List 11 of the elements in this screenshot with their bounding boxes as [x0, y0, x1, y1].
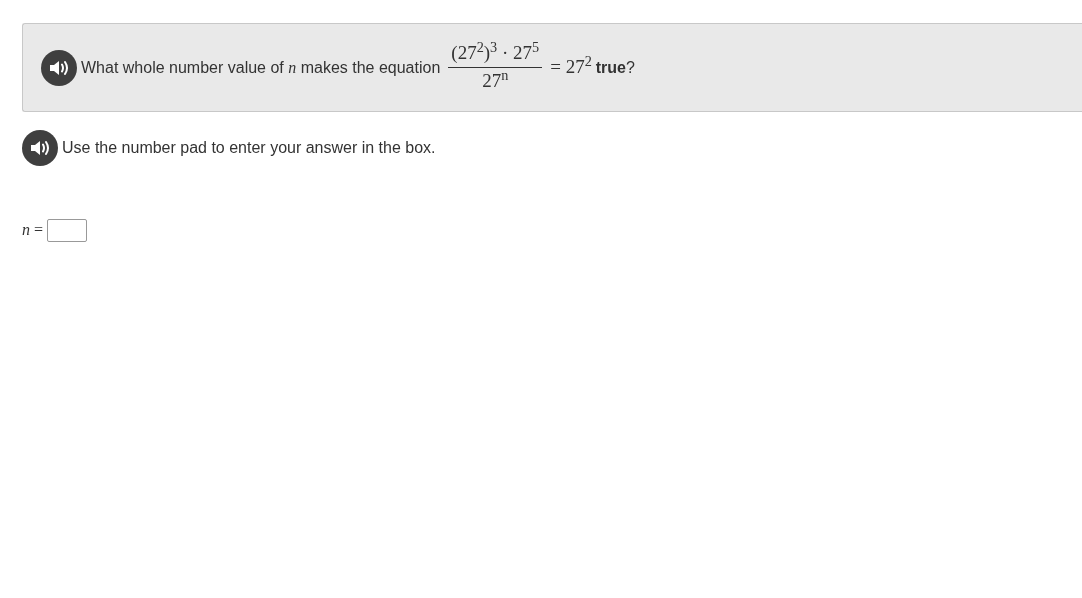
question-text: true? — [595, 57, 635, 78]
question-text: What whole number value of n makes the equation — [81, 57, 441, 78]
equation-rhs: = 27$^{2}$ — [550, 53, 592, 80]
speaker-button[interactable] — [22, 130, 58, 166]
speaker-icon — [30, 140, 50, 156]
speaker-button[interactable] — [41, 49, 77, 86]
fraction: (27$^{2}$)$^{3}$ · 27$^{5}$ 27$^{n}$ — [448, 42, 543, 93]
instruction-text: Use the number pad to enter your answer in the box. — [62, 138, 436, 158]
speaker-icon — [49, 59, 69, 76]
answer-label: n = — [22, 220, 44, 240]
answer-field[interactable] — [47, 218, 88, 242]
